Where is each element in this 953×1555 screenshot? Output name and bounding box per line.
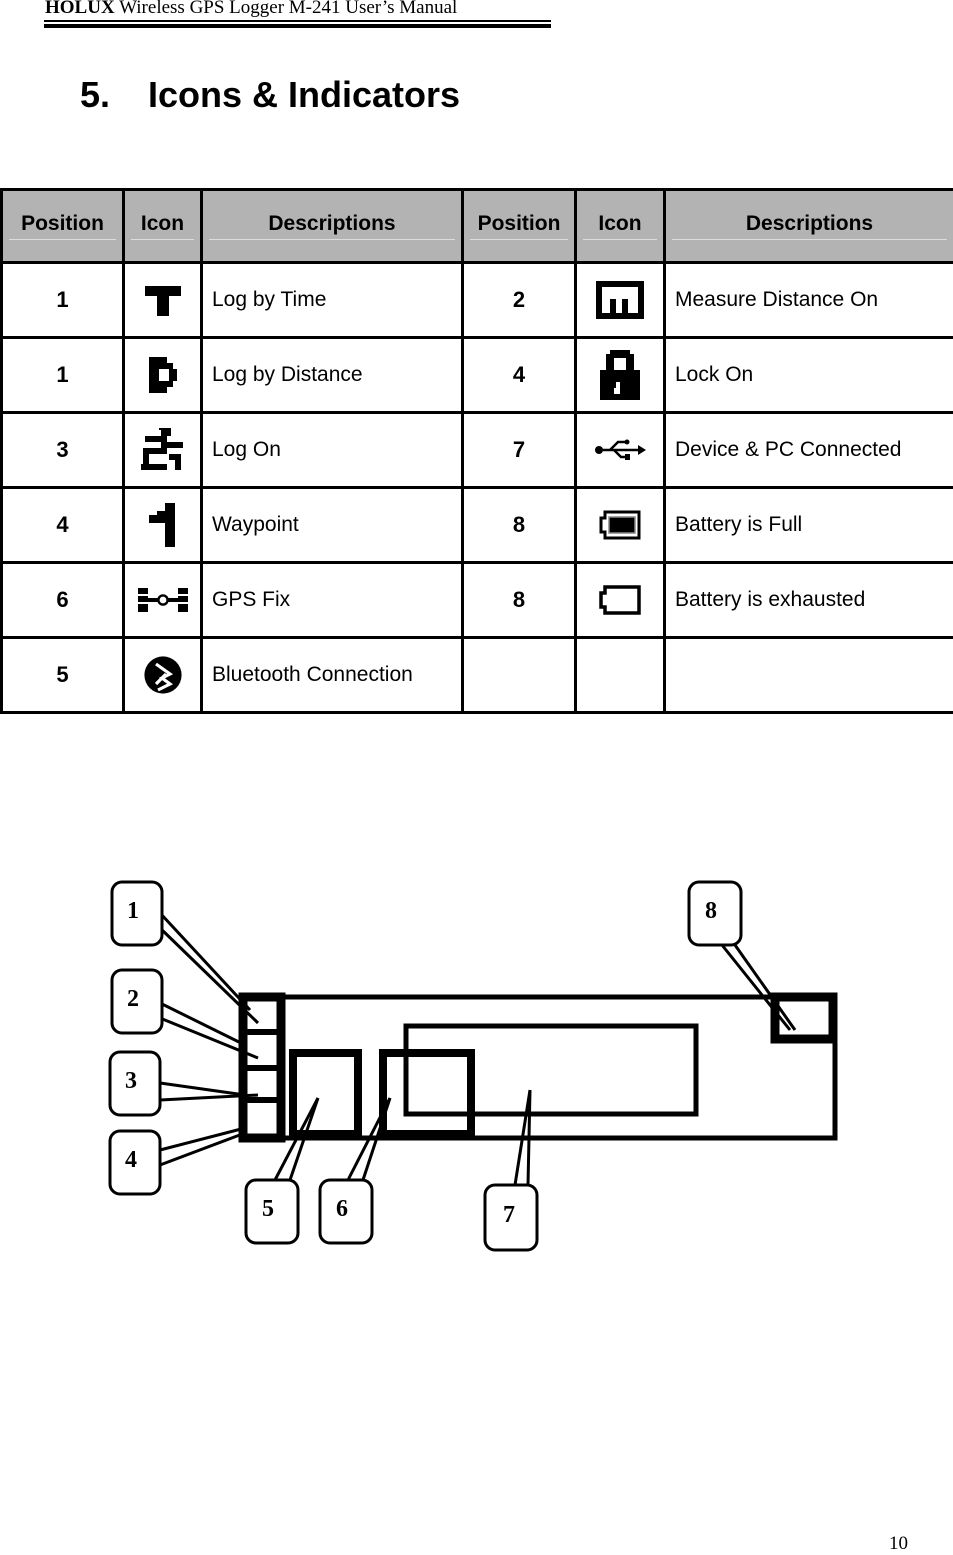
battery-area — [775, 997, 833, 1039]
callout-7: 7 — [503, 1202, 515, 1229]
callout-2: 2 — [127, 986, 139, 1013]
callout-8: 8 — [705, 898, 717, 925]
callout-6: 6 — [336, 1196, 348, 1223]
gps-area — [383, 1053, 471, 1134]
callout-4: 4 — [125, 1147, 137, 1174]
display-outline — [243, 997, 835, 1138]
device-display-diagram — [0, 0, 953, 1552]
usb-area — [406, 1026, 696, 1114]
callout-3: 3 — [125, 1068, 137, 1095]
callout-1: 1 — [127, 898, 139, 925]
bluetooth-area — [293, 1053, 358, 1134]
callout-5: 5 — [262, 1196, 274, 1223]
